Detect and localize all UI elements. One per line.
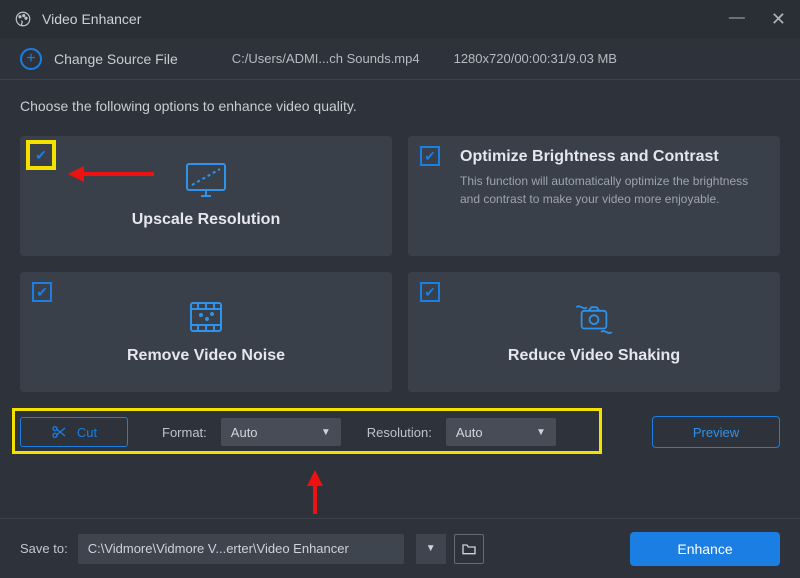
chevron-down-icon: ▼ xyxy=(321,427,331,438)
checkbox-stabilize[interactable]: ✔ xyxy=(420,282,440,302)
cut-button[interactable]: Cut xyxy=(20,417,128,447)
resolution-value: Auto xyxy=(456,425,483,440)
chevron-down-icon: ▼ xyxy=(536,427,546,438)
checkbox-denoise[interactable]: ✔ xyxy=(32,282,52,302)
option-cards: ✔ Upscale Resolution ✔ Optimize Brightne… xyxy=(20,136,780,392)
card-brightness-title: Optimize Brightness and Contrast xyxy=(460,148,762,166)
source-bar: + Change Source File C:/Users/ADMI...ch … xyxy=(0,38,800,80)
monitor-icon xyxy=(183,163,229,199)
card-upscale-title: Upscale Resolution xyxy=(132,211,280,229)
controls-row: Cut Format: Auto ▼ Resolution: Auto ▼ Pr… xyxy=(20,416,780,448)
window-controls: — ✕ xyxy=(729,9,786,30)
check-icon: ✔ xyxy=(424,284,436,301)
browse-group: ▼ xyxy=(414,534,484,564)
source-file-info: 1280x720/00:00:31/9.03 MB xyxy=(454,51,617,66)
camera-shake-icon xyxy=(571,299,617,335)
card-stabilize-title: Reduce Video Shaking xyxy=(508,347,680,365)
enhance-button-label: Enhance xyxy=(677,541,732,557)
open-folder-button[interactable] xyxy=(454,534,484,564)
save-to-label: Save to: xyxy=(20,541,68,556)
checkbox-brightness[interactable]: ✔ xyxy=(420,146,440,166)
bottom-bar: Save to: C:\Vidmore\Vidmore V...erter\Vi… xyxy=(0,518,800,578)
checkbox-upscale[interactable]: ✔ xyxy=(26,140,56,170)
scissors-icon xyxy=(51,424,67,440)
chevron-down-icon: ▼ xyxy=(426,543,436,554)
format-label: Format: xyxy=(162,425,207,440)
card-brightness-desc: This function will automatically optimiz… xyxy=(460,172,762,208)
save-path-dropdown[interactable]: ▼ xyxy=(416,534,446,564)
save-path-field[interactable]: C:\Vidmore\Vidmore V...erter\Video Enhan… xyxy=(78,534,404,564)
card-upscale-resolution[interactable]: ✔ Upscale Resolution xyxy=(20,136,392,256)
minimize-button[interactable]: — xyxy=(729,9,745,30)
card-remove-noise[interactable]: ✔ Remove Video Noise xyxy=(20,272,392,392)
check-icon: ✔ xyxy=(36,284,48,301)
title-bar: Video Enhancer — ✕ xyxy=(0,0,800,38)
folder-icon xyxy=(461,542,477,556)
close-button[interactable]: ✕ xyxy=(771,9,786,30)
source-file-path: C:/Users/ADMI...ch Sounds.mp4 xyxy=(232,51,420,66)
annotation-arrow-controls xyxy=(313,486,317,514)
check-icon: ✔ xyxy=(35,147,47,164)
card-denoise-title: Remove Video Noise xyxy=(127,347,285,365)
cut-button-label: Cut xyxy=(77,425,97,440)
instruction-text: Choose the following options to enhance … xyxy=(20,98,780,114)
check-icon: ✔ xyxy=(424,148,436,165)
film-noise-icon xyxy=(183,299,229,335)
format-value: Auto xyxy=(231,425,258,440)
resolution-label: Resolution: xyxy=(367,425,432,440)
change-source-link[interactable]: Change Source File xyxy=(54,51,178,67)
window-title: Video Enhancer xyxy=(42,11,141,27)
plus-circle-icon[interactable]: + xyxy=(20,48,42,70)
save-path-value: C:\Vidmore\Vidmore V...erter\Video Enhan… xyxy=(88,541,349,556)
palette-icon xyxy=(14,10,32,28)
main-content: Choose the following options to enhance … xyxy=(0,80,800,448)
preview-button-label: Preview xyxy=(693,425,739,440)
enhance-button[interactable]: Enhance xyxy=(630,532,780,566)
resolution-select[interactable]: Auto ▼ xyxy=(446,418,556,446)
preview-button[interactable]: Preview xyxy=(652,416,780,448)
card-reduce-shaking[interactable]: ✔ Reduce Video Shaking xyxy=(408,272,780,392)
format-select[interactable]: Auto ▼ xyxy=(221,418,341,446)
card-optimize-brightness[interactable]: ✔ Optimize Brightness and Contrast This … xyxy=(408,136,780,256)
